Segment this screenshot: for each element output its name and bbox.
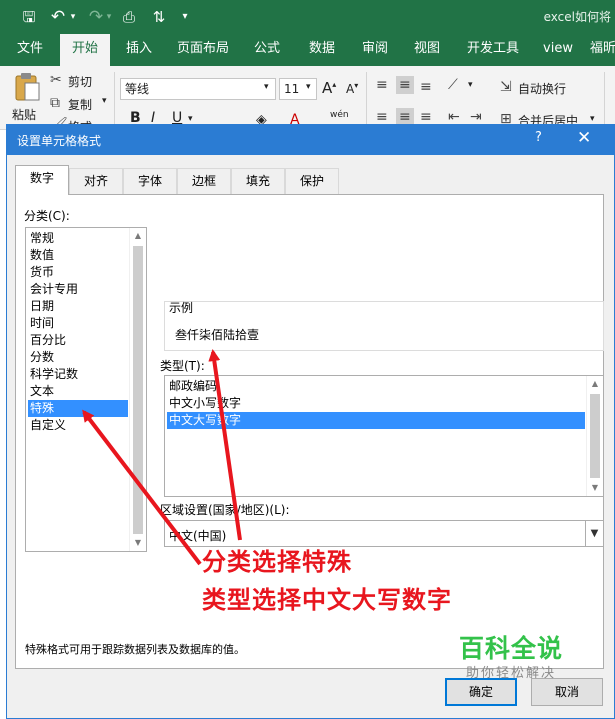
description-text: 特殊格式可用于跟踪数据列表及数据库的值。 — [25, 643, 245, 656]
category-item-accounting[interactable]: 会计专用 — [28, 281, 128, 298]
sample-value: 叁仟柒佰陆拾壹 — [175, 328, 260, 342]
tab-view[interactable]: 视图 — [406, 34, 448, 66]
copy-icon[interactable]: ⧉ — [50, 94, 60, 112]
paste-icon[interactable] — [14, 72, 42, 102]
type-label: 类型(T): — [160, 359, 205, 373]
ribbon-tab-bar: 文件 开始 插入 页面布局 公式 数据 审阅 视图 开发工具 view 福昕 — [0, 34, 615, 66]
align-middle-icon[interactable]: ≡ — [396, 76, 414, 94]
sample-label: 示例 — [169, 301, 194, 315]
type-item-postal-code[interactable]: 邮政编码 — [167, 378, 585, 395]
underline-dropdown-icon[interactable]: ▾ — [188, 114, 193, 124]
cut-button[interactable]: 剪切 — [68, 73, 92, 90]
paste-button[interactable]: 粘贴 — [12, 106, 36, 123]
sample-group: 示例 叁仟柒佰陆拾壹 — [164, 301, 604, 351]
category-item-scientific[interactable]: 科学记数 — [28, 366, 128, 383]
font-size-box[interactable]: 11 — [279, 78, 317, 100]
category-item-percentage[interactable]: 百分比 — [28, 332, 128, 349]
font-name-dropdown-icon[interactable]: ▾ — [264, 82, 269, 92]
category-scrollbar[interactable]: ▲ ▼ — [129, 228, 146, 551]
locale-label: 区域设置(国家/地区)(L): — [160, 503, 290, 517]
watermark-tagline: 助你轻松解决 — [465, 666, 556, 681]
align-bottom-icon[interactable]: ≡ — [420, 78, 432, 96]
ribbon-separator — [604, 72, 605, 126]
dialog-title-bar[interactable]: 设置单元格格式 ? ✕ — [7, 125, 614, 155]
tab-data[interactable]: 数据 — [300, 34, 344, 66]
ribbon-separator — [114, 72, 115, 126]
tab-review[interactable]: 审阅 — [354, 34, 396, 66]
tab-number[interactable]: 数字 — [15, 165, 69, 195]
tab-foxit[interactable]: 福昕 — [588, 34, 615, 66]
phonetic-icon[interactable]: wén — [330, 110, 349, 120]
merge-dropdown-icon[interactable]: ▾ — [590, 114, 595, 124]
category-item-general[interactable]: 常规 — [28, 230, 128, 247]
sort-icon[interactable]: ⇅ — [148, 6, 170, 28]
increase-font-icon[interactable]: A▴ — [322, 79, 336, 97]
format-cells-dialog: 设置单元格格式 ? ✕ 数字 对齐 字体 边框 填充 保护 分类(C): 常规 … — [6, 124, 615, 719]
font-size-dropdown-icon[interactable]: ▾ — [306, 82, 311, 92]
category-item-time[interactable]: 时间 — [28, 315, 128, 332]
redo-dropdown-icon[interactable]: ▾ — [104, 6, 114, 28]
scroll-up-icon[interactable]: ▲ — [130, 228, 146, 244]
dialog-title: 设置单元格格式 — [17, 134, 102, 148]
category-item-number[interactable]: 数值 — [28, 247, 128, 264]
redo-icon[interactable]: ↷ — [86, 6, 106, 28]
orientation-icon[interactable]: ⟋ — [448, 76, 458, 94]
category-item-fraction[interactable]: 分数 — [28, 349, 128, 366]
category-label: 分类(C): — [24, 209, 70, 223]
tab-border[interactable]: 边框 — [177, 168, 231, 194]
customize-qat-icon[interactable]: ▾ — [178, 6, 192, 28]
type-scrollbar[interactable]: ▲ ▼ — [586, 376, 603, 496]
close-icon[interactable]: ✕ — [577, 128, 591, 148]
undo-dropdown-icon[interactable]: ▾ — [68, 6, 78, 28]
tab-protection[interactable]: 保护 — [285, 168, 339, 194]
decrease-font-icon[interactable]: A▾ — [346, 81, 358, 96]
document-title: excel如何将 — [543, 10, 611, 24]
scroll-thumb[interactable] — [590, 394, 600, 478]
orientation-dropdown-icon[interactable]: ▾ — [468, 80, 473, 90]
chevron-down-icon[interactable]: ▼ — [585, 521, 603, 546]
scroll-up-icon[interactable]: ▲ — [587, 376, 603, 392]
watermark-logo: 百科全说 — [458, 634, 563, 663]
tab-page-layout[interactable]: 页面布局 — [170, 34, 236, 66]
tab-font[interactable]: 字体 — [123, 168, 177, 194]
tab-fill[interactable]: 填充 — [231, 168, 285, 194]
undo-icon[interactable]: ↶ — [48, 6, 68, 28]
wrap-text-icon[interactable]: ⇲ — [500, 78, 512, 96]
ribbon-home: 粘贴 ✂ 剪切 ⧉ 复制 ▾ 🖌 格式 等线 ▾ 11 ▾ A▴ A▾ B I … — [0, 66, 615, 134]
category-item-text[interactable]: 文本 — [28, 383, 128, 400]
category-listbox[interactable]: 常规 数值 货币 会计专用 日期 时间 百分比 分数 科学记数 文本 特殊 自定… — [25, 227, 147, 552]
scroll-down-icon[interactable]: ▼ — [587, 480, 603, 496]
save-icon[interactable]: 🖫 — [18, 6, 40, 28]
scroll-down-icon[interactable]: ▼ — [130, 535, 146, 551]
copy-dropdown-icon[interactable]: ▾ — [102, 96, 107, 106]
annotation-line-2: 类型选择中文大写数字 — [202, 586, 452, 614]
print-preview-icon[interactable]: ⎙ — [118, 6, 140, 28]
tab-insert[interactable]: 插入 — [118, 34, 160, 66]
type-item-chinese-uppercase[interactable]: 中文大写数字 — [167, 412, 585, 429]
ribbon-separator — [366, 72, 367, 126]
wrap-text-button[interactable]: 自动换行 — [518, 80, 566, 97]
category-item-custom[interactable]: 自定义 — [28, 417, 128, 434]
category-item-special[interactable]: 特殊 — [28, 400, 128, 417]
tab-view-en[interactable]: view — [538, 34, 578, 66]
category-item-date[interactable]: 日期 — [28, 298, 128, 315]
tab-home[interactable]: 开始 — [60, 34, 110, 66]
category-item-currency[interactable]: 货币 — [28, 264, 128, 281]
tab-file[interactable]: 文件 — [8, 34, 52, 66]
tab-alignment[interactable]: 对齐 — [69, 168, 123, 194]
type-item-chinese-lowercase[interactable]: 中文小写数字 — [167, 395, 585, 412]
align-top-icon[interactable]: ≡ — [376, 76, 388, 94]
type-listbox[interactable]: 邮政编码 中文小写数字 中文大写数字 ▲ ▼ — [164, 375, 604, 497]
tab-developer[interactable]: 开发工具 — [460, 34, 526, 66]
tab-formulas[interactable]: 公式 — [246, 34, 288, 66]
cut-icon[interactable]: ✂ — [50, 71, 62, 89]
watermark: 百科全说 助你轻松解决 — [450, 634, 572, 690]
copy-button[interactable]: 复制 — [68, 96, 92, 113]
annotation-line-1: 分类选择特殊 — [202, 548, 352, 576]
font-name-box[interactable]: 等线 — [120, 78, 276, 100]
help-button[interactable]: ? — [535, 130, 542, 145]
scroll-thumb[interactable] — [133, 246, 143, 534]
excel-title-bar: 🖫 ↶ ▾ ↷ ▾ ⎙ ⇅ ▾ excel如何将 — [0, 0, 615, 34]
